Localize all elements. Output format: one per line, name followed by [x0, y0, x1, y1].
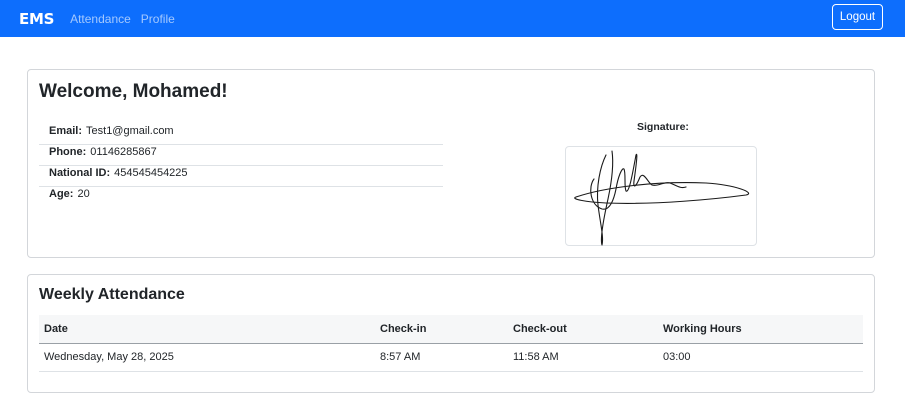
national-id-label: National ID: [49, 166, 111, 179]
table-row: Wednesday, May 28, 2025 8:57 AM 11:58 AM… [39, 343, 863, 372]
cell-working-hours: 03:00 [658, 343, 863, 372]
profile-info-list: Email: Test1@gmail.com Phone: 0114628586… [39, 118, 443, 208]
column-header-date: Date [39, 315, 375, 344]
email-value: Test1@gmail.com [86, 125, 174, 137]
brand-logo[interactable]: EMS [19, 10, 54, 28]
national-id-value: 454545454225 [114, 166, 188, 179]
cell-check-out: 11:58 AM [508, 343, 658, 372]
profile-card: Welcome, Mohamed! Email: Test1@gmail.com… [27, 69, 875, 258]
cell-check-in: 8:57 AM [375, 343, 508, 372]
attendance-table: Date Check-in Check-out Working Hours We… [39, 315, 863, 372]
attendance-card: Weekly Attendance Date Check-in Check-ou… [27, 274, 875, 393]
email-label: Email: [49, 125, 83, 137]
nav-link-attendance[interactable]: Attendance [70, 12, 131, 26]
welcome-heading: Welcome, Mohamed! [39, 81, 228, 102]
signature-label: Signature: [637, 121, 689, 133]
navbar: EMS Attendance Profile Logout [0, 0, 905, 37]
phone-label: Phone: [49, 145, 87, 158]
table-header-row: Date Check-in Check-out Working Hours [39, 315, 863, 344]
cell-date: Wednesday, May 28, 2025 [39, 343, 375, 372]
signature-drawing [574, 150, 749, 246]
age-label: Age: [49, 188, 74, 200]
column-header-check-in: Check-in [375, 315, 508, 344]
phone-value: 01146285867 [90, 145, 157, 158]
age-value: 20 [77, 188, 90, 200]
logout-button[interactable]: Logout [832, 4, 883, 30]
attendance-heading: Weekly Attendance [39, 286, 185, 303]
nav-link-profile[interactable]: Profile [141, 12, 175, 26]
column-header-check-out: Check-out [508, 315, 658, 344]
column-header-working-hours: Working Hours [658, 315, 863, 344]
signature-image [565, 146, 757, 246]
info-row-age: Age: 20 [39, 180, 443, 208]
